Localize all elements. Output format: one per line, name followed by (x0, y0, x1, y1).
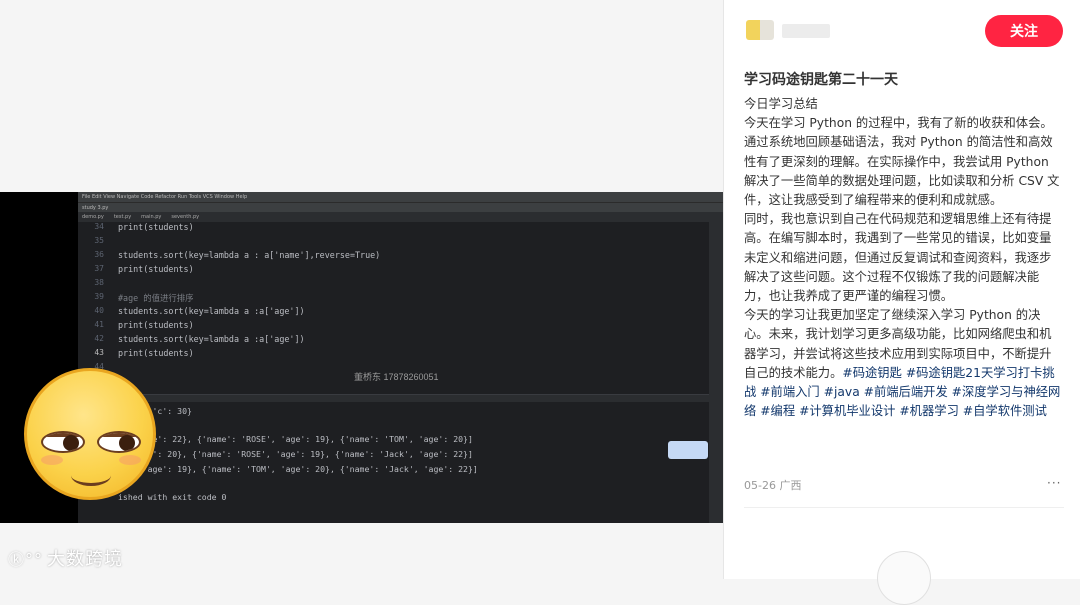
hashtag-link[interactable]: #编程 (760, 404, 795, 418)
post-date: 05-26 (744, 479, 776, 492)
line-number: 39 (94, 292, 104, 301)
code-editor: 34 35 36 37 38 39 40 41 42 43 44 print(s… (78, 222, 709, 392)
code-line: print(students) (118, 222, 194, 232)
hashtag-link[interactable]: #自学软件测试 (963, 404, 1047, 418)
chat-icon[interactable] (668, 441, 708, 459)
line-number: 36 (94, 250, 104, 259)
post-detail-panel: 关注 学习码途钥匙第二十一天 今日学习总结 今天在学习 Python 的过程中，… (723, 0, 1080, 605)
post-body: 今日学习总结 今天在学习 Python 的过程中，我有了新的收获和体会。通过系统… (744, 95, 1062, 421)
post-paragraph: 今日学习总结 (744, 97, 818, 111)
code-line: students.sort(key=lambda a :a['age']) (118, 306, 305, 316)
line-number: 42 (94, 334, 104, 343)
console-line: ', 'age': 20}, {'name': 'ROSE', 'age': 1… (118, 449, 473, 459)
left-eye-icon (41, 431, 85, 453)
hashtag-link[interactable]: #码途钥匙 (842, 366, 902, 380)
more-options-icon[interactable]: ··· (1047, 476, 1061, 490)
ide-right-toolstrip (709, 222, 723, 523)
post-paragraph: 同时，我也意识到自己在代码规范和逻辑思维上还有待提高。在编写脚本时，我遇到了一些… (744, 212, 1052, 304)
post-location: 广西 (779, 479, 802, 492)
line-number: 35 (94, 236, 104, 245)
hashtag-link[interactable]: #计算机毕业设计 (799, 404, 895, 418)
ide-menubar: File Edit View Navigate Code Refactor Ru… (78, 192, 723, 202)
smiling-emoji-sticker (24, 368, 156, 500)
line-gutter: 34 35 36 37 38 39 40 41 42 43 44 (78, 222, 110, 392)
run-console: ': 20, 'c': 30} k', 'age': 22}, {'name':… (78, 402, 709, 523)
post-paragraph: 今天在学习 Python 的过程中，我有了新的收获和体会。通过系统地回顾基础语法… (744, 116, 1060, 208)
divider (744, 507, 1064, 508)
comment-avatar-placeholder (877, 551, 931, 605)
line-number: 38 (94, 278, 104, 287)
line-number: 43 (94, 348, 104, 357)
author-name-blurred[interactable] (782, 24, 830, 38)
right-eye-icon (97, 431, 141, 453)
ide-tabs: demo.py test.py main.py seventh.py (78, 212, 723, 222)
console-line: SE', 'age': 19}, {'name': 'TOM', 'age': … (118, 464, 478, 474)
code-line: print(students) (118, 348, 194, 358)
code-line: print(students) (118, 264, 194, 274)
console-line: ished with exit code 0 (118, 492, 227, 502)
code-line: students.sort(key=lambda a :a['age']) (118, 334, 305, 344)
code-comment: #age 的值进行排序 (118, 293, 194, 303)
media-panel: File Edit View Navigate Code Refactor Ru… (0, 0, 723, 579)
post-meta: 05-26 广西 (744, 477, 801, 493)
post-paragraph-with-tags: 今天的学习让我更加坚定了继续深入学习 Python 的决心。未来，我计划学习更多… (744, 308, 1061, 419)
line-number: 40 (94, 306, 104, 315)
code-lines: print(students) students.sort(key=lambda… (118, 222, 709, 392)
code-line: print(students) (118, 320, 194, 330)
hashtag-link[interactable]: #前端后端开发 (864, 385, 948, 399)
console-line: k', 'age': 22}, {'name': 'ROSE', 'age': … (118, 434, 473, 444)
line-number: 37 (94, 264, 104, 273)
hashtag-link[interactable]: #java (824, 385, 860, 399)
post-title: 学习码途钥匙第二十一天 (744, 72, 898, 88)
smile-mouth (71, 465, 111, 486)
brand-logo: ⓚ°° 大数跨境 (8, 549, 124, 570)
author-avatar[interactable] (746, 20, 774, 40)
hashtag-link[interactable]: #机器学习 (899, 404, 959, 418)
hashtag-link[interactable]: #前端入门 (760, 385, 820, 399)
line-number: 34 (94, 222, 104, 231)
follow-button[interactable]: 关注 (985, 15, 1063, 47)
code-line: students.sort(key=lambda a : a['name'],r… (118, 250, 381, 260)
line-number: 41 (94, 320, 104, 329)
video-watermark: 董桥东 17878260051 (354, 372, 439, 382)
